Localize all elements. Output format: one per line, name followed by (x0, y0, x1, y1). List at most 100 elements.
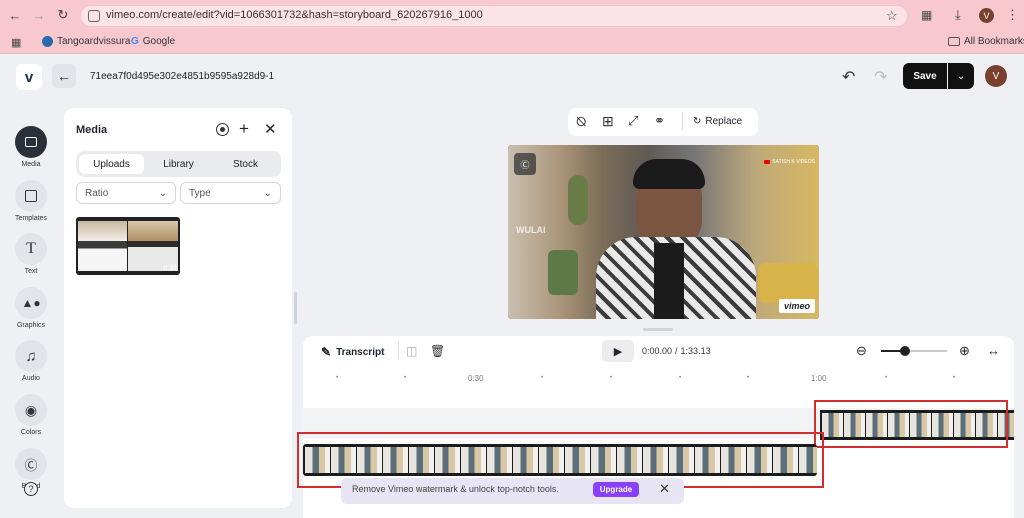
thumb-frame (128, 221, 178, 271)
yellow-chair (758, 263, 818, 303)
zoom-in-icon[interactable]: ⊕ (959, 343, 970, 359)
upgrade-button[interactable]: Upgrade (593, 482, 639, 497)
extensions-icon[interactable]: ▦ (921, 8, 932, 22)
record-icon[interactable] (216, 123, 229, 136)
play-button[interactable]: ▶ (602, 340, 634, 362)
plant (548, 250, 578, 295)
vimeo-watermark: vimeo (778, 299, 815, 313)
download-icon[interactable]: ⤓ (955, 7, 961, 23)
image-icon (15, 126, 47, 158)
play-icon: ▶ (613, 345, 623, 358)
channel-tag-text: SATISH K VIDEOS (772, 159, 815, 165)
zoom-slider[interactable] (881, 346, 947, 356)
sidebar-item-colors[interactable]: ◉ Colors (8, 394, 54, 436)
person-shirt (654, 243, 684, 319)
trash-icon[interactable]: 🗑 (430, 344, 445, 358)
type-dropdown[interactable]: Type ⌄ (180, 182, 281, 204)
bookmark-star-icon[interactable]: ☆ (886, 8, 898, 24)
replace-button[interactable]: ↻ Replace (693, 116, 742, 127)
overlay-text: WULAI (516, 225, 546, 235)
fit-width-icon[interactable]: ↔ (987, 343, 1000, 358)
add-icon[interactable]: + (239, 119, 249, 139)
logo-badge-icon: Ⓒ (514, 153, 536, 175)
ruler-tick: • (679, 375, 682, 381)
google-icon: G (131, 36, 139, 47)
replace-icon: ↻ (693, 116, 702, 127)
bookmark-label: Google (142, 36, 176, 47)
music-note-icon: ♫ (15, 340, 47, 372)
time-current: 0:00.00 (642, 346, 673, 356)
brand-icon: Ⓒ (15, 448, 47, 480)
ruler-tick: • (610, 375, 613, 381)
replace-label: Replace (705, 116, 743, 127)
toast-close-icon[interactable]: ✕ (659, 481, 670, 497)
bookmark-google[interactable]: G Google (131, 36, 175, 47)
apps-grid-icon[interactable]: ▦ (11, 36, 21, 49)
sidebar-label: Colors (20, 429, 42, 436)
crop-icon[interactable]: ⊞ (602, 113, 614, 130)
transcript-button[interactable]: ✎ Transcript (321, 345, 384, 359)
time-separator: / (675, 346, 678, 356)
plant (568, 175, 588, 225)
user-avatar[interactable]: V (985, 65, 1007, 87)
redo-icon[interactable]: ↷ (874, 67, 887, 87)
ratio-dropdown[interactable]: Ratio ⌄ (76, 182, 176, 204)
panel-resize-handle[interactable] (294, 292, 297, 324)
sidebar-item-audio[interactable]: ♫ Audio (8, 340, 54, 382)
sidebar-label: Templates (15, 215, 47, 222)
all-bookmarks[interactable]: All Bookmarks (948, 36, 1024, 47)
split-icon[interactable]: ◫ (406, 344, 417, 358)
highlight-box-upper (814, 400, 1008, 448)
media-thumbnail[interactable]: 0:33 (76, 217, 180, 275)
back-arrow-icon[interactable]: ← (52, 64, 76, 88)
bookmark-tangoardvissura[interactable]: Tangoardvissura (42, 36, 130, 47)
forward-icon[interactable]: → (30, 6, 48, 24)
ruler-label-1-00: 1:00 (811, 374, 827, 383)
chevron-down-icon: ⌄ (158, 187, 167, 199)
sidebar-item-text[interactable]: T Text (8, 233, 54, 275)
person-hair (633, 159, 705, 189)
ratio-dropdown-label: Ratio (85, 187, 109, 199)
tab-stock[interactable]: Stock (213, 154, 278, 174)
media-source-tabs: Uploads Library Stock (76, 151, 281, 177)
transcript-icon: ✎ (321, 345, 332, 359)
reload-icon[interactable]: ↻ (54, 6, 72, 24)
ruler-tick: • (885, 375, 888, 381)
bookmark-label: Tangoardvissura (57, 36, 131, 47)
ruler-tick: • (541, 375, 544, 381)
sidebar-item-graphics[interactable]: ▲● Graphics (8, 287, 54, 329)
zoom-slider-thumb[interactable] (899, 346, 910, 356)
sidebar-label: Text (24, 268, 38, 275)
vimeo-logo-icon[interactable]: v (16, 64, 42, 90)
help-icon[interactable]: ? (24, 482, 38, 496)
site-info-icon[interactable] (88, 10, 100, 22)
link-icon[interactable]: ⚭ (654, 113, 665, 129)
chevron-down-icon: ⌄ (263, 187, 272, 199)
left-sidebar: Media Templates T Text ▲● Graphics ♫ Aud… (0, 98, 62, 518)
zoom-out-icon[interactable]: ⊖ (856, 343, 867, 359)
tab-library[interactable]: Library (146, 154, 211, 174)
browser-profile-avatar[interactable]: V (979, 8, 994, 23)
project-title[interactable]: 71eea7f0d495e302e4851b9595a928d9-1 (90, 71, 274, 82)
preview-resize-handle[interactable] (643, 328, 673, 331)
time-readout: 0:00.00 / 1:33.13 (642, 346, 711, 356)
close-icon[interactable]: ✕ (264, 120, 277, 138)
sidebar-item-templates[interactable]: Templates (8, 180, 54, 222)
expand-icon[interactable]: ⤢ (628, 113, 638, 129)
transcript-label: Transcript (336, 346, 385, 358)
folder-icon (948, 37, 960, 46)
ruler-label-0-30: 0:30 (468, 374, 484, 383)
sidebar-label: Graphics (16, 322, 45, 329)
sidebar-item-media[interactable]: Media (8, 126, 54, 168)
all-bookmarks-label: All Bookmarks (964, 36, 1024, 47)
media-panel-title: Media (76, 124, 108, 136)
tab-uploads[interactable]: Uploads (79, 154, 144, 174)
browser-menu-icon[interactable]: ⋮ (1006, 7, 1019, 23)
undo-icon[interactable]: ↶ (842, 67, 855, 87)
channel-tag: SATISH K VIDEOS (764, 159, 815, 165)
back-icon[interactable]: ← (6, 6, 24, 24)
save-options-chevron-icon[interactable]: ⌄ (948, 63, 974, 89)
video-preview[interactable]: Ⓒ WULAI SATISH K VIDEOS vimeo (508, 145, 819, 319)
save-button[interactable]: Save (903, 63, 947, 89)
no-filter-icon[interactable]: ⦰ (576, 114, 586, 130)
